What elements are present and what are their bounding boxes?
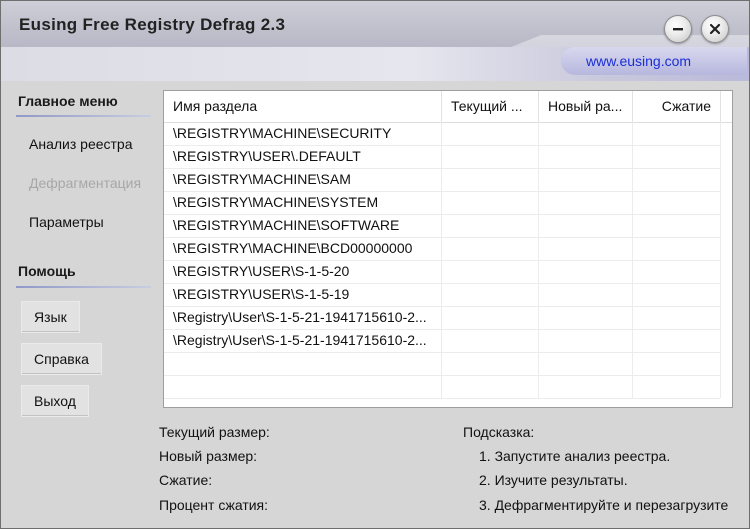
- sidebar-item-analyze[interactable]: Анализ реестра: [29, 136, 133, 152]
- cell-new-size: [539, 283, 633, 306]
- cell-current-size: [442, 283, 539, 306]
- cell-new-size: [539, 306, 633, 329]
- cell-hive-name: \REGISTRY\MACHINE\BCD00000000: [164, 237, 442, 260]
- cell-new-size: [539, 260, 633, 283]
- sidebar-item-settings[interactable]: Параметры: [29, 214, 104, 230]
- current-size-label: Текущий размер:: [159, 424, 270, 440]
- cell-new-size: [539, 168, 633, 191]
- exit-button[interactable]: Выход: [21, 385, 89, 417]
- table-row[interactable]: \REGISTRY\MACHINE\SYSTEM: [164, 191, 721, 215]
- hint-step-3: 3. Дефрагментируйте и перезагрузите: [479, 497, 729, 513]
- cell-compression: [633, 306, 721, 329]
- column-header-hive-name[interactable]: Имя раздела: [164, 91, 442, 122]
- sidebar-item-defragment: Дефрагментация: [29, 175, 142, 191]
- cell-current-size: [442, 191, 539, 214]
- title-bar[interactable]: Eusing Free Registry Defrag 2.3 www.eusi…: [1, 1, 749, 81]
- compression-percent-label: Процент сжатия:: [159, 497, 269, 513]
- table-row[interactable]: \Registry\User\S-1-5-21-1941715610-2...: [164, 306, 721, 330]
- cell-compression: [633, 214, 721, 237]
- table-row[interactable]: \REGISTRY\USER\S-1-5-20: [164, 260, 721, 284]
- cell-new-size: [539, 237, 633, 260]
- cell-compression: [633, 375, 721, 398]
- table-row[interactable]: \REGISTRY\MACHINE\BCD00000000: [164, 237, 721, 261]
- cell-compression: [633, 237, 721, 260]
- help-button[interactable]: Справка: [21, 343, 102, 375]
- cell-current-size: [442, 352, 539, 375]
- cell-new-size: [539, 145, 633, 168]
- cell-hive-name: \REGISTRY\USER\S-1-5-20: [164, 260, 442, 283]
- cell-hive-name: \REGISTRY\USER\.DEFAULT: [164, 145, 442, 168]
- cell-current-size: [442, 306, 539, 329]
- language-button[interactable]: Язык: [21, 301, 80, 333]
- table-row[interactable]: [164, 375, 721, 399]
- cell-new-size: [539, 214, 633, 237]
- sidebar: Главное меню Анализ реестра Дефрагментац…: [13, 83, 153, 523]
- cell-new-size: [539, 122, 633, 145]
- cell-new-size: [539, 375, 633, 398]
- minimize-icon: [673, 28, 683, 31]
- column-header-compression[interactable]: Сжатие: [633, 91, 721, 122]
- cell-current-size: [442, 260, 539, 283]
- main-menu-divider: [16, 115, 151, 117]
- table-row[interactable]: \REGISTRY\MACHINE\SAM: [164, 168, 721, 192]
- cell-current-size: [442, 329, 539, 352]
- close-icon: [709, 23, 721, 35]
- table-row[interactable]: \REGISTRY\MACHINE\SECURITY: [164, 122, 721, 146]
- cell-hive-name: \Registry\User\S-1-5-21-1941715610-2...: [164, 306, 442, 329]
- main-menu-header: Главное меню: [18, 93, 118, 109]
- cell-current-size: [442, 145, 539, 168]
- cell-compression: [633, 122, 721, 145]
- website-link[interactable]: www.eusing.com: [586, 53, 691, 69]
- cell-hive-name: \REGISTRY\MACHINE\SOFTWARE: [164, 214, 442, 237]
- cell-current-size: [442, 214, 539, 237]
- cell-hive-name: \REGISTRY\MACHINE\SECURITY: [164, 122, 442, 145]
- cell-current-size: [442, 122, 539, 145]
- help-header: Помощь: [18, 263, 76, 279]
- column-header-new-size[interactable]: Новый ра...: [539, 91, 633, 122]
- minimize-button[interactable]: [664, 15, 692, 43]
- table-row[interactable]: \Registry\User\S-1-5-21-1941715610-2...: [164, 329, 721, 353]
- cell-compression: [633, 329, 721, 352]
- cell-current-size: [442, 168, 539, 191]
- new-size-label: Новый размер:: [159, 448, 258, 464]
- cell-compression: [633, 352, 721, 375]
- cell-compression: [633, 145, 721, 168]
- hint-step-1: 1. Запустите анализ реестра.: [479, 448, 671, 464]
- cell-new-size: [539, 191, 633, 214]
- list-header: Имя раздела Текущий ... Новый ра... Сжат…: [164, 91, 732, 123]
- cell-compression: [633, 168, 721, 191]
- cell-new-size: [539, 329, 633, 352]
- cell-hive-name: \REGISTRY\MACHINE\SAM: [164, 168, 442, 191]
- column-header-current-size[interactable]: Текущий ...: [442, 91, 539, 122]
- cell-new-size: [539, 352, 633, 375]
- table-row[interactable]: \REGISTRY\MACHINE\SOFTWARE: [164, 214, 721, 238]
- app-window: Eusing Free Registry Defrag 2.3 www.eusi…: [0, 0, 750, 529]
- cell-current-size: [442, 375, 539, 398]
- table-row[interactable]: \REGISTRY\USER\S-1-5-19: [164, 283, 721, 307]
- window-title: Eusing Free Registry Defrag 2.3: [19, 15, 286, 34]
- cell-hive-name: \Registry\User\S-1-5-21-1941715610-2...: [164, 329, 442, 352]
- cell-compression: [633, 191, 721, 214]
- hint-title: Подсказка:: [463, 424, 535, 440]
- cell-hive-name: [164, 352, 442, 375]
- compression-label: Сжатие:: [159, 472, 213, 488]
- cell-compression: [633, 260, 721, 283]
- cell-current-size: [442, 237, 539, 260]
- cell-compression: [633, 283, 721, 306]
- cell-hive-name: \REGISTRY\MACHINE\SYSTEM: [164, 191, 442, 214]
- registry-hives-list[interactable]: Имя раздела Текущий ... Новый ра... Сжат…: [163, 90, 733, 408]
- table-row[interactable]: [164, 352, 721, 376]
- list-body: \REGISTRY\MACHINE\SECURITY \REGISTRY\USER…: [164, 122, 732, 407]
- close-button[interactable]: [701, 15, 729, 43]
- table-row[interactable]: \REGISTRY\USER\.DEFAULT: [164, 145, 721, 169]
- hint-step-2: 2. Изучите результаты.: [479, 472, 628, 488]
- cell-hive-name: \REGISTRY\USER\S-1-5-19: [164, 283, 442, 306]
- help-divider: [16, 286, 151, 288]
- cell-hive-name: [164, 375, 442, 398]
